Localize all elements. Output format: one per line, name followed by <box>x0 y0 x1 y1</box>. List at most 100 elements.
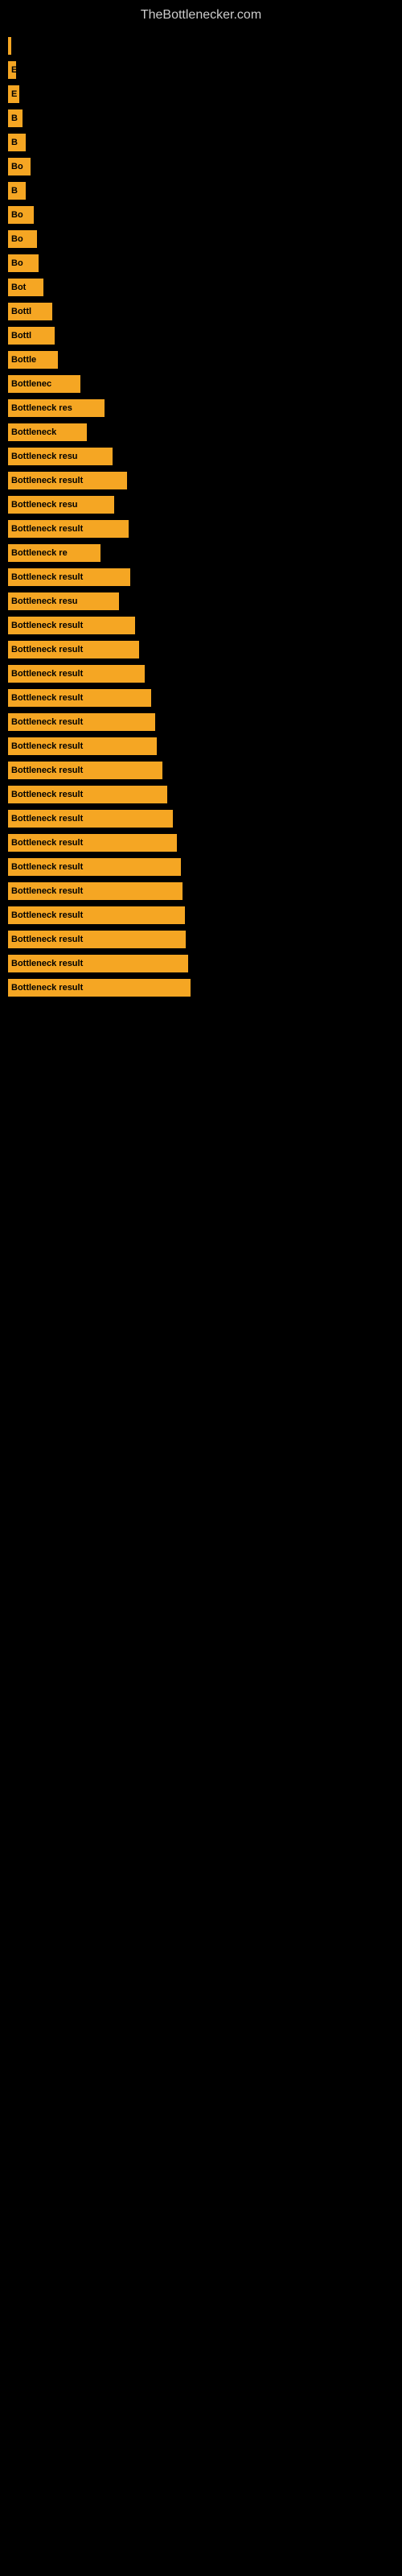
bar-row: Bo <box>8 204 394 226</box>
bar-row: Bottlenec <box>8 373 394 395</box>
bar-row: Bottleneck result <box>8 880 394 902</box>
bar-row: Bottleneck result <box>8 976 394 999</box>
bar-fill: Bottleneck resu <box>8 496 114 514</box>
bar-row: Bottleneck resu <box>8 590 394 613</box>
bar-fill: Bottleneck result <box>8 882 183 900</box>
bar-row: B <box>8 131 394 154</box>
bar-row: Bottleneck resu <box>8 445 394 468</box>
bar-label: Bottleneck result <box>11 717 83 727</box>
bar-fill: Bottleneck result <box>8 737 157 755</box>
bar-row: Bottleneck result <box>8 928 394 951</box>
bar-label: Bottleneck result <box>11 886 83 896</box>
bar-fill: Bottleneck resu <box>8 592 119 610</box>
bar-row: Bottl <box>8 324 394 347</box>
bar-fill: Bottleneck result <box>8 955 188 972</box>
bar-fill: Bottleneck result <box>8 713 155 731</box>
bar-fill: Bottleneck <box>8 423 87 441</box>
bar-label: Bottleneck result <box>11 838 83 848</box>
bar-label: E <box>11 89 17 99</box>
bar-row: Bottleneck result <box>8 783 394 806</box>
bar-row: Bottleneck result <box>8 638 394 661</box>
bar-label: Bottleneck result <box>11 935 83 944</box>
bar-row: B <box>8 180 394 202</box>
bar-fill: Bot <box>8 279 43 296</box>
bar-label: Bottlenec <box>11 379 51 389</box>
bar-label: Bottleneck res <box>11 403 72 413</box>
bar-fill: Bottleneck result <box>8 906 185 924</box>
bar-row: Bottleneck result <box>8 904 394 927</box>
bar-row: Bottleneck result <box>8 663 394 685</box>
bar-label: Bottleneck result <box>11 693 83 703</box>
bar-row: Bo <box>8 252 394 275</box>
bar-label: Bottleneck resu <box>11 452 78 461</box>
bar-fill: Bottleneck result <box>8 762 162 779</box>
bar-label: Bottleneck result <box>11 790 83 799</box>
bar-label: Bottleneck <box>11 427 56 437</box>
bar-row: Bottleneck result <box>8 711 394 733</box>
bar-fill: Bottleneck result <box>8 858 181 876</box>
bar-fill: Bo <box>8 158 31 175</box>
bar-row: Bottleneck re <box>8 542 394 564</box>
bar-row: E <box>8 83 394 105</box>
bar-row: Bottleneck result <box>8 614 394 637</box>
bar-label: Bottleneck resu <box>11 500 78 510</box>
bar-label: Bottleneck result <box>11 524 83 534</box>
bar-label: Bo <box>11 210 23 220</box>
bar-row: Bottleneck result <box>8 952 394 975</box>
bar-row: Bottleneck result <box>8 832 394 854</box>
bar-row: Bottleneck result <box>8 469 394 492</box>
bar-label: Bottleneck result <box>11 572 83 582</box>
bar-label: Bottleneck result <box>11 741 83 751</box>
bar-fill: E <box>8 85 19 103</box>
bar-row: Bottleneck result <box>8 807 394 830</box>
bar-fill: Bottleneck result <box>8 520 129 538</box>
bar-row: Bo <box>8 155 394 178</box>
site-title: TheBottlenecker.com <box>0 0 402 27</box>
bar-fill: Bottleneck result <box>8 665 145 683</box>
bars-container: E E B B Bo B Bo Bo Bo Bot Bottl Bottl Bottle Bottlene… <box>0 27 402 1009</box>
bar-fill: Bottleneck resu <box>8 448 113 465</box>
bar-row: Bottle <box>8 349 394 371</box>
bar-label: Bottleneck result <box>11 766 83 775</box>
bar-fill <box>8 37 11 55</box>
bar-row: Bottleneck result <box>8 518 394 540</box>
bar-label: E <box>11 65 16 75</box>
bar-row: Bottleneck result <box>8 566 394 588</box>
bar-row: Bottleneck result <box>8 687 394 709</box>
bar-label: B <box>11 138 18 147</box>
bar-label: Bo <box>11 234 23 244</box>
bar-fill: B <box>8 109 23 127</box>
bar-row: Bo <box>8 228 394 250</box>
bar-label: Bottleneck result <box>11 669 83 679</box>
bar-fill: Bottleneck result <box>8 472 127 489</box>
bar-fill: Bottleneck result <box>8 568 130 586</box>
bar-label: Bottl <box>11 307 31 316</box>
bar-label: Bottleneck result <box>11 959 83 968</box>
bar-fill: Bottleneck result <box>8 834 177 852</box>
bar-row: E <box>8 59 394 81</box>
bar-row: Bottleneck result <box>8 759 394 782</box>
bar-label: Bottleneck result <box>11 621 83 630</box>
bar-row: Bottleneck result <box>8 735 394 758</box>
bar-label: B <box>11 114 18 123</box>
bar-fill: Bottleneck res <box>8 399 105 417</box>
bar-row: B <box>8 107 394 130</box>
bar-label: Bottleneck result <box>11 476 83 485</box>
bar-label: Bottleneck re <box>11 548 68 558</box>
bar-fill: Bo <box>8 230 37 248</box>
bar-fill: Bottl <box>8 327 55 345</box>
bar-fill: Bottleneck re <box>8 544 100 562</box>
bar-fill: Bottleneck result <box>8 931 186 948</box>
bar-label: Bo <box>11 162 23 171</box>
bar-fill: Bottleneck result <box>8 617 135 634</box>
bar-row: Bot <box>8 276 394 299</box>
bar-fill: Bottl <box>8 303 52 320</box>
bar-label: Bottleneck result <box>11 862 83 872</box>
bar-label: B <box>11 186 18 196</box>
bar-fill: Bottleneck result <box>8 786 167 803</box>
bar-fill: Bottlenec <box>8 375 80 393</box>
bar-label: Bo <box>11 258 23 268</box>
bar-fill: Bottle <box>8 351 58 369</box>
bar-row: Bottleneck res <box>8 397 394 419</box>
bar-label: Bottleneck result <box>11 910 83 920</box>
